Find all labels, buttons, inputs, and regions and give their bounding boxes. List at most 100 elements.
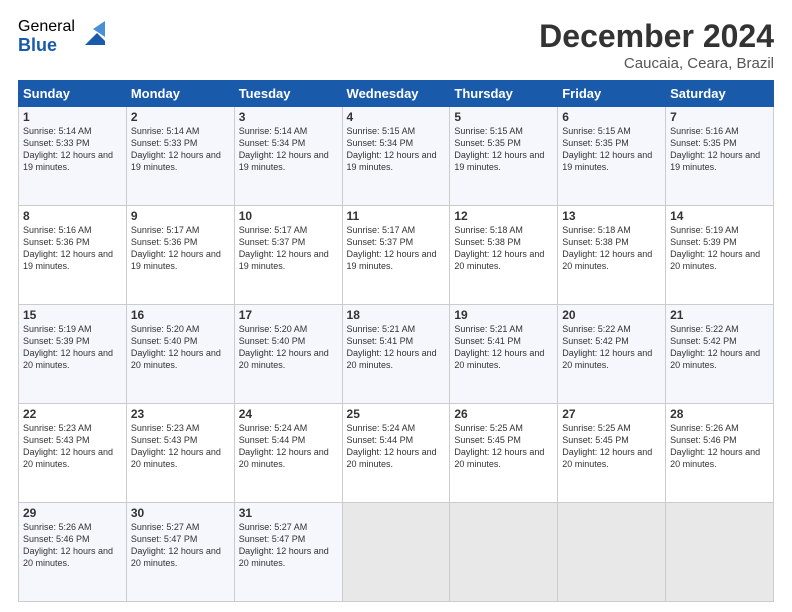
day-info: Sunrise: 5:24 AMSunset: 5:44 PMDaylight:… xyxy=(347,423,437,469)
day-info: Sunrise: 5:17 AMSunset: 5:37 PMDaylight:… xyxy=(239,225,329,271)
day-number: 17 xyxy=(239,308,338,322)
day-number: 28 xyxy=(670,407,769,421)
day-number: 4 xyxy=(347,110,446,124)
day-info: Sunrise: 5:19 AMSunset: 5:39 PMDaylight:… xyxy=(23,324,113,370)
day-number: 19 xyxy=(454,308,553,322)
calendar-cell: 11 Sunrise: 5:17 AMSunset: 5:37 PMDaylig… xyxy=(342,206,450,305)
day-info: Sunrise: 5:16 AMSunset: 5:36 PMDaylight:… xyxy=(23,225,113,271)
day-info: Sunrise: 5:20 AMSunset: 5:40 PMDaylight:… xyxy=(239,324,329,370)
calendar-week-row: 8 Sunrise: 5:16 AMSunset: 5:36 PMDayligh… xyxy=(19,206,774,305)
day-info: Sunrise: 5:26 AMSunset: 5:46 PMDaylight:… xyxy=(670,423,760,469)
month-title: December 2024 xyxy=(539,18,774,55)
calendar-cell: 21 Sunrise: 5:22 AMSunset: 5:42 PMDaylig… xyxy=(666,305,774,404)
calendar-cell: 14 Sunrise: 5:19 AMSunset: 5:39 PMDaylig… xyxy=(666,206,774,305)
day-info: Sunrise: 5:25 AMSunset: 5:45 PMDaylight:… xyxy=(454,423,544,469)
calendar-cell: 15 Sunrise: 5:19 AMSunset: 5:39 PMDaylig… xyxy=(19,305,127,404)
calendar-cell: 31 Sunrise: 5:27 AMSunset: 5:47 PMDaylig… xyxy=(234,503,342,602)
day-number: 10 xyxy=(239,209,338,223)
day-info: Sunrise: 5:14 AMSunset: 5:33 PMDaylight:… xyxy=(23,126,113,172)
day-number: 8 xyxy=(23,209,122,223)
day-of-week-header: Monday xyxy=(126,81,234,107)
calendar-cell: 9 Sunrise: 5:17 AMSunset: 5:36 PMDayligh… xyxy=(126,206,234,305)
day-number: 15 xyxy=(23,308,122,322)
calendar-cell: 13 Sunrise: 5:18 AMSunset: 5:38 PMDaylig… xyxy=(558,206,666,305)
day-number: 26 xyxy=(454,407,553,421)
calendar-cell: 27 Sunrise: 5:25 AMSunset: 5:45 PMDaylig… xyxy=(558,404,666,503)
day-of-week-header: Wednesday xyxy=(342,81,450,107)
calendar-cell: 30 Sunrise: 5:27 AMSunset: 5:47 PMDaylig… xyxy=(126,503,234,602)
day-info: Sunrise: 5:18 AMSunset: 5:38 PMDaylight:… xyxy=(454,225,544,271)
calendar-cell: 25 Sunrise: 5:24 AMSunset: 5:44 PMDaylig… xyxy=(342,404,450,503)
day-info: Sunrise: 5:18 AMSunset: 5:38 PMDaylight:… xyxy=(562,225,652,271)
calendar-cell xyxy=(558,503,666,602)
day-of-week-header: Sunday xyxy=(19,81,127,107)
calendar-cell: 16 Sunrise: 5:20 AMSunset: 5:40 PMDaylig… xyxy=(126,305,234,404)
day-of-week-header: Thursday xyxy=(450,81,558,107)
logo-text: General Blue xyxy=(18,18,75,55)
day-number: 6 xyxy=(562,110,661,124)
day-number: 31 xyxy=(239,506,338,520)
day-number: 14 xyxy=(670,209,769,223)
day-number: 9 xyxy=(131,209,230,223)
day-number: 7 xyxy=(670,110,769,124)
calendar-cell: 22 Sunrise: 5:23 AMSunset: 5:43 PMDaylig… xyxy=(19,404,127,503)
calendar-cell: 3 Sunrise: 5:14 AMSunset: 5:34 PMDayligh… xyxy=(234,107,342,206)
day-number: 13 xyxy=(562,209,661,223)
calendar-cell: 20 Sunrise: 5:22 AMSunset: 5:42 PMDaylig… xyxy=(558,305,666,404)
logo-blue: Blue xyxy=(18,36,75,56)
day-number: 23 xyxy=(131,407,230,421)
page: General Blue December 2024 Caucaia, Cear… xyxy=(0,0,792,612)
calendar-cell: 4 Sunrise: 5:15 AMSunset: 5:34 PMDayligh… xyxy=(342,107,450,206)
day-number: 29 xyxy=(23,506,122,520)
day-info: Sunrise: 5:14 AMSunset: 5:34 PMDaylight:… xyxy=(239,126,329,172)
logo: General Blue xyxy=(18,18,105,55)
day-number: 20 xyxy=(562,308,661,322)
day-number: 30 xyxy=(131,506,230,520)
calendar-cell: 12 Sunrise: 5:18 AMSunset: 5:38 PMDaylig… xyxy=(450,206,558,305)
day-info: Sunrise: 5:14 AMSunset: 5:33 PMDaylight:… xyxy=(131,126,221,172)
day-info: Sunrise: 5:23 AMSunset: 5:43 PMDaylight:… xyxy=(23,423,113,469)
day-number: 21 xyxy=(670,308,769,322)
day-number: 2 xyxy=(131,110,230,124)
calendar-cell: 10 Sunrise: 5:17 AMSunset: 5:37 PMDaylig… xyxy=(234,206,342,305)
day-info: Sunrise: 5:17 AMSunset: 5:37 PMDaylight:… xyxy=(347,225,437,271)
day-info: Sunrise: 5:22 AMSunset: 5:42 PMDaylight:… xyxy=(562,324,652,370)
calendar-cell: 8 Sunrise: 5:16 AMSunset: 5:36 PMDayligh… xyxy=(19,206,127,305)
title-block: December 2024 Caucaia, Ceara, Brazil xyxy=(539,18,774,72)
logo-icon xyxy=(77,21,105,49)
day-info: Sunrise: 5:21 AMSunset: 5:41 PMDaylight:… xyxy=(454,324,544,370)
day-number: 22 xyxy=(23,407,122,421)
calendar-cell: 18 Sunrise: 5:21 AMSunset: 5:41 PMDaylig… xyxy=(342,305,450,404)
calendar-week-row: 1 Sunrise: 5:14 AMSunset: 5:33 PMDayligh… xyxy=(19,107,774,206)
day-info: Sunrise: 5:21 AMSunset: 5:41 PMDaylight:… xyxy=(347,324,437,370)
day-info: Sunrise: 5:20 AMSunset: 5:40 PMDaylight:… xyxy=(131,324,221,370)
day-number: 27 xyxy=(562,407,661,421)
calendar-cell: 2 Sunrise: 5:14 AMSunset: 5:33 PMDayligh… xyxy=(126,107,234,206)
day-number: 11 xyxy=(347,209,446,223)
day-number: 12 xyxy=(454,209,553,223)
day-number: 1 xyxy=(23,110,122,124)
day-number: 3 xyxy=(239,110,338,124)
calendar-cell: 7 Sunrise: 5:16 AMSunset: 5:35 PMDayligh… xyxy=(666,107,774,206)
day-info: Sunrise: 5:15 AMSunset: 5:35 PMDaylight:… xyxy=(454,126,544,172)
day-number: 24 xyxy=(239,407,338,421)
day-info: Sunrise: 5:26 AMSunset: 5:46 PMDaylight:… xyxy=(23,522,113,568)
calendar-week-row: 15 Sunrise: 5:19 AMSunset: 5:39 PMDaylig… xyxy=(19,305,774,404)
calendar-cell xyxy=(450,503,558,602)
logo-general: General xyxy=(18,18,75,36)
calendar-cell: 6 Sunrise: 5:15 AMSunset: 5:35 PMDayligh… xyxy=(558,107,666,206)
day-info: Sunrise: 5:19 AMSunset: 5:39 PMDaylight:… xyxy=(670,225,760,271)
header: General Blue December 2024 Caucaia, Cear… xyxy=(18,18,774,72)
day-number: 5 xyxy=(454,110,553,124)
calendar-week-row: 22 Sunrise: 5:23 AMSunset: 5:43 PMDaylig… xyxy=(19,404,774,503)
location: Caucaia, Ceara, Brazil xyxy=(539,55,774,72)
calendar-cell: 19 Sunrise: 5:21 AMSunset: 5:41 PMDaylig… xyxy=(450,305,558,404)
calendar-cell: 28 Sunrise: 5:26 AMSunset: 5:46 PMDaylig… xyxy=(666,404,774,503)
day-info: Sunrise: 5:17 AMSunset: 5:36 PMDaylight:… xyxy=(131,225,221,271)
calendar-week-row: 29 Sunrise: 5:26 AMSunset: 5:46 PMDaylig… xyxy=(19,503,774,602)
day-number: 25 xyxy=(347,407,446,421)
calendar-header-row: SundayMondayTuesdayWednesdayThursdayFrid… xyxy=(19,81,774,107)
day-info: Sunrise: 5:15 AMSunset: 5:34 PMDaylight:… xyxy=(347,126,437,172)
day-number: 18 xyxy=(347,308,446,322)
calendar-cell: 5 Sunrise: 5:15 AMSunset: 5:35 PMDayligh… xyxy=(450,107,558,206)
